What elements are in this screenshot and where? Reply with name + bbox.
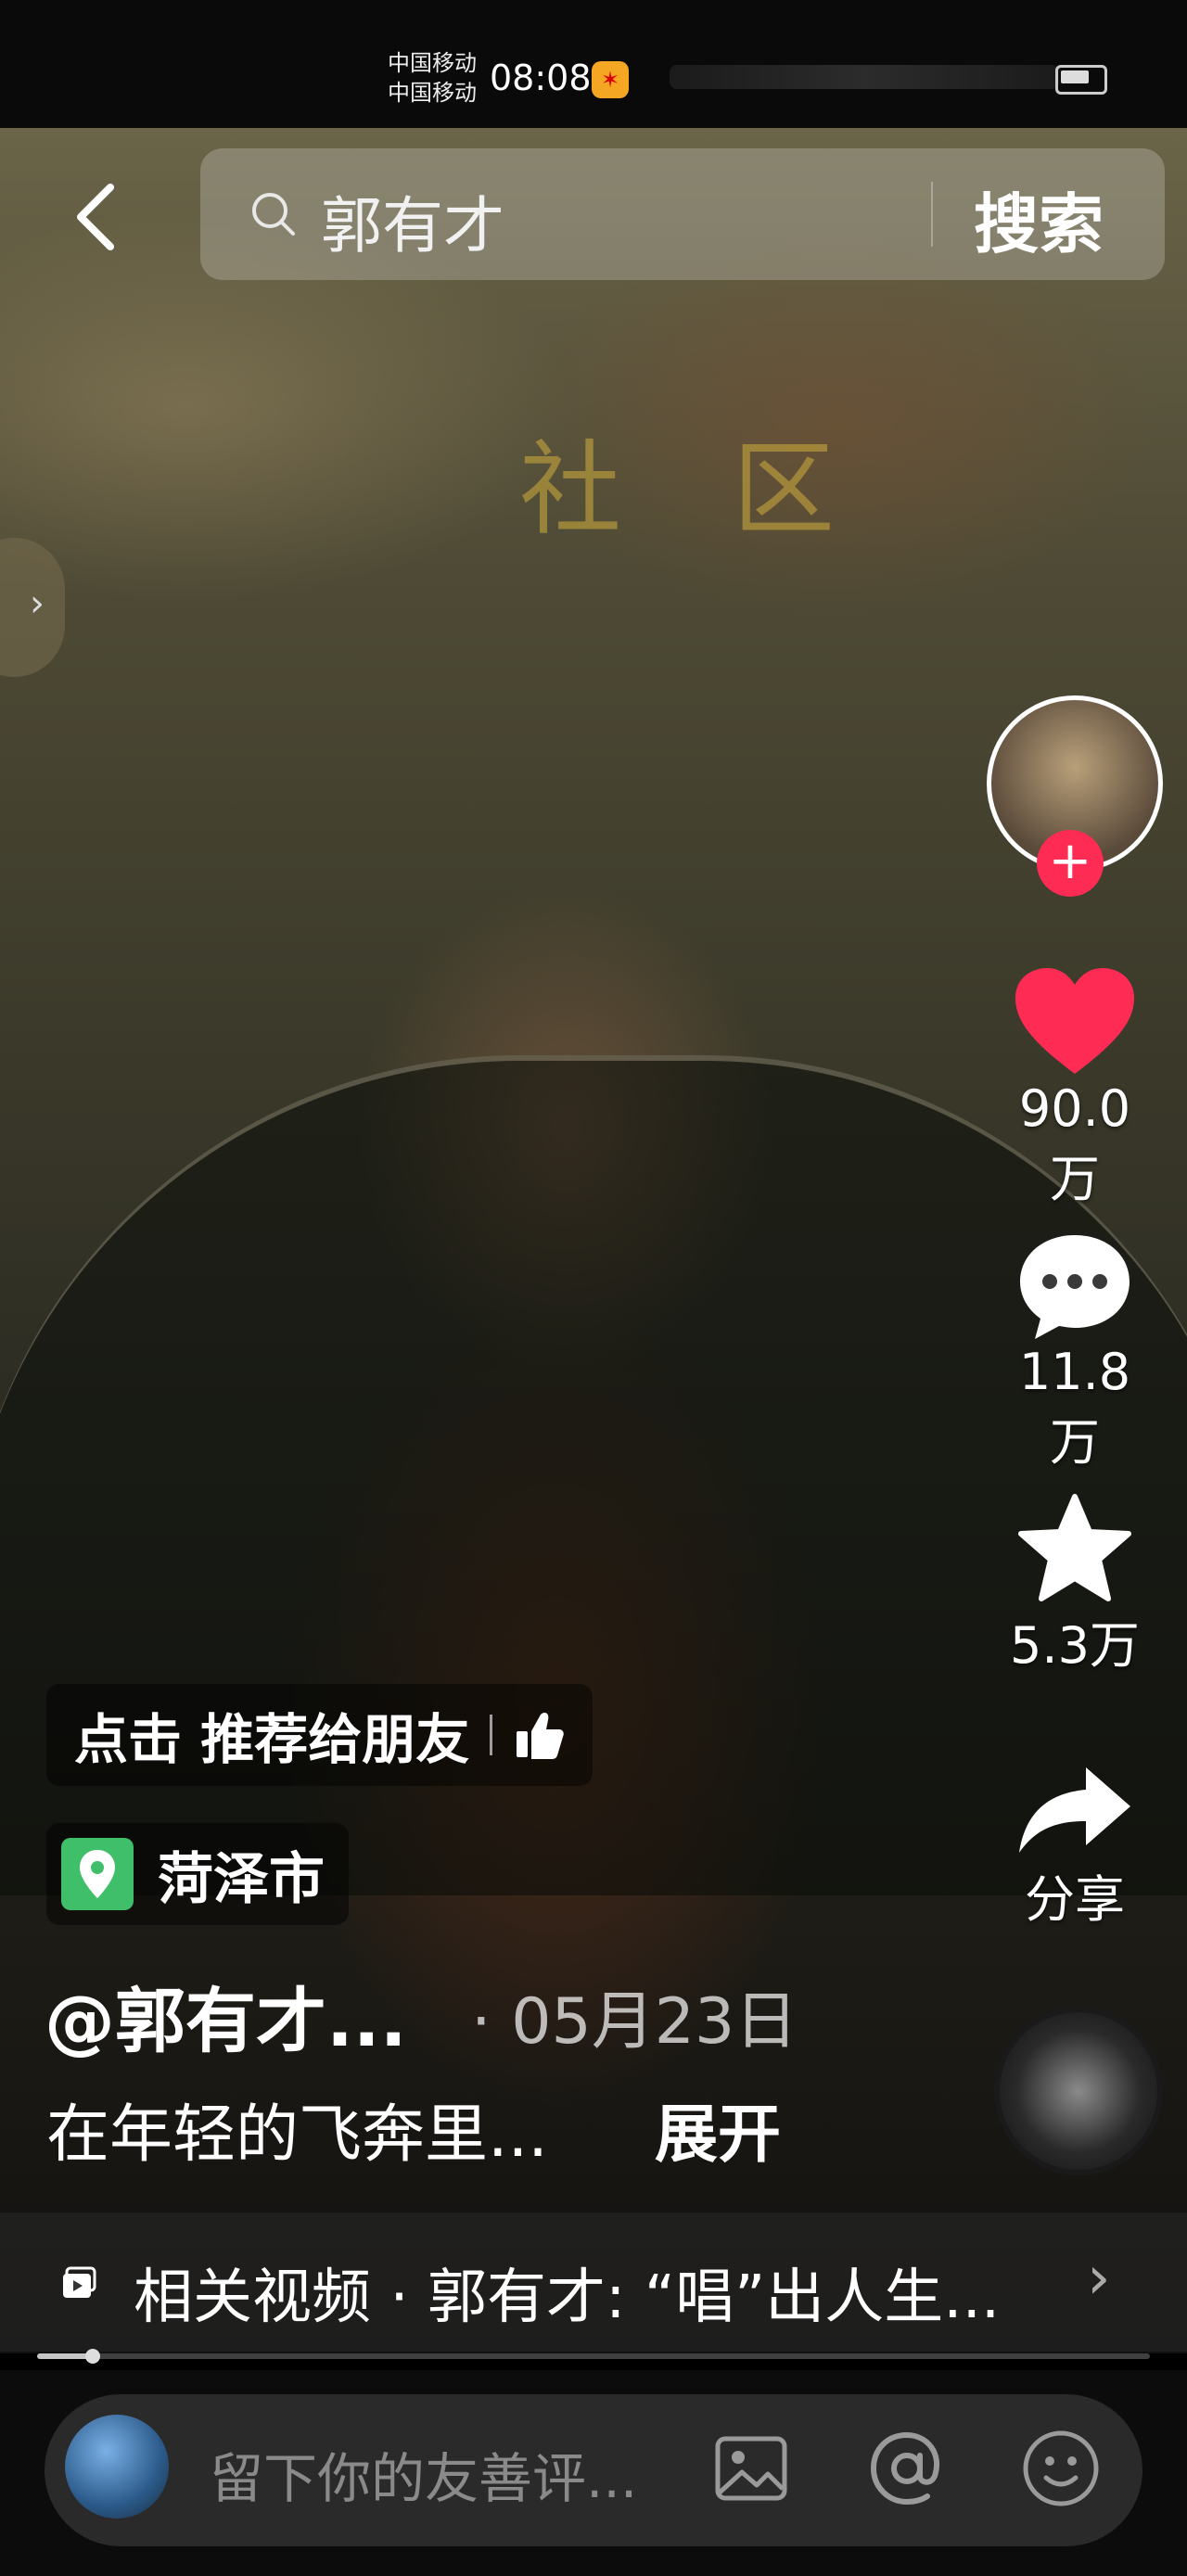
thumbs-up-icon: [517, 1713, 564, 1759]
share-arrow-icon: [1019, 1767, 1130, 1853]
like-count: 90.0万: [1018, 1079, 1131, 1208]
favorite-count: 5.3万: [1010, 1616, 1140, 1675]
back-button[interactable]: [56, 171, 139, 263]
location-chip[interactable]: 菏泽市: [46, 1823, 349, 1925]
image-icon[interactable]: [710, 2428, 792, 2509]
background-sign: 社区: [519, 430, 946, 549]
progress-fill: [37, 2353, 93, 2359]
share-label: 分享: [1025, 1870, 1125, 1929]
comment-bubble-icon: [1020, 1235, 1130, 1339]
user-avatar: [65, 2415, 169, 2519]
like-button[interactable]: 90.0万: [996, 964, 1154, 1211]
clock: 08:08: [490, 57, 592, 98]
follow-button[interactable]: +: [1037, 830, 1104, 897]
related-videos-text: 相关视频 · 郭有才: “唱”出人生...: [134, 2264, 1001, 2332]
video-list-icon: [63, 2266, 96, 2298]
carrier-2: 中国移动: [388, 80, 477, 106]
progress-knob[interactable]: [85, 2349, 100, 2364]
comment-button[interactable]: 11.8万: [996, 1230, 1154, 1474]
mention-icon[interactable]: [866, 2428, 948, 2509]
status-bar: 中国移动 中国移动 08:08 ✶: [0, 0, 1187, 128]
chevron-right-icon: ›: [30, 582, 45, 625]
star-icon: [1018, 1494, 1131, 1601]
video-progress-bar[interactable]: [37, 2349, 1150, 2364]
back-arrow-icon: [77, 184, 114, 250]
author-username[interactable]: @郭有才...: [45, 1964, 407, 2066]
weibo-icon: ✶: [592, 61, 629, 98]
heart-icon: [1015, 968, 1134, 1074]
favorite-button[interactable]: 5.3万: [996, 1493, 1154, 1677]
search-divider: [931, 182, 933, 247]
carrier-1: 中国移动: [388, 50, 477, 76]
location-pin-icon: [61, 1838, 134, 1910]
location-name: 菏泽市: [158, 1846, 325, 1912]
battery-icon: [1055, 65, 1107, 95]
chip-divider: [490, 1715, 493, 1755]
carrier-info: 中国移动 中国移动: [388, 48, 477, 108]
music-disc[interactable]: [994, 2007, 1163, 2175]
status-icons: [670, 65, 1059, 89]
recommend-chip[interactable]: 点击 推荐给朋友: [46, 1684, 594, 1786]
search-icon: [252, 193, 295, 236]
search-button[interactable]: 搜索: [974, 172, 1104, 266]
comment-count: 11.8万: [1018, 1343, 1131, 1472]
expand-button[interactable]: 展开: [655, 2083, 781, 2174]
recommend-label: 点击 推荐给朋友: [74, 1708, 470, 1771]
chevron-right-icon: ›: [1087, 2244, 1111, 2313]
post-caption: 在年轻的飞奔里...: [46, 2098, 548, 2172]
comment-input[interactable]: 留下你的友善评...: [210, 2435, 637, 2513]
share-button[interactable]: 分享: [996, 1762, 1154, 1932]
search-input[interactable]: 郭有才: [321, 176, 504, 265]
post-date: · 05月23日: [471, 1985, 798, 2059]
emoji-icon[interactable]: [1020, 2428, 1102, 2509]
